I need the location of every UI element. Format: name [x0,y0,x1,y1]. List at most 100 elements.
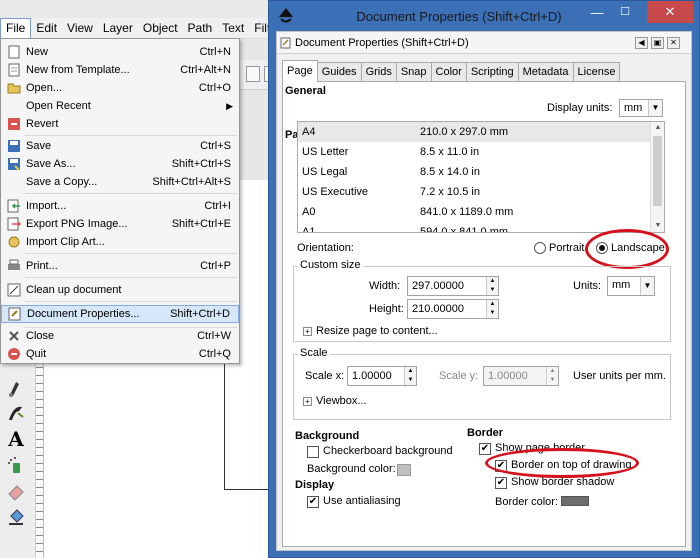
tab-guides[interactable]: Guides [316,62,362,82]
display-units-label: Display units: [547,102,613,114]
checkerboard-checkbox[interactable] [307,446,319,458]
menu-item-save-as[interactable]: Save As... Shift+Ctrl+S [1,155,239,173]
spin-arrows-icon[interactable]: ▲ ▼ [404,367,416,385]
height-spinbox[interactable]: 210.00000 ▲ ▼ [407,299,499,319]
menu-item-import-clip-art[interactable]: Import Clip Art... [1,233,239,251]
menu-item-print[interactable]: Print... Ctrl+P [1,257,239,275]
undock-icon[interactable]: ▣ [651,37,664,49]
list-item[interactable]: A0 841.0 x 1189.0 mm [298,202,650,222]
spray-tool-icon[interactable] [4,454,28,476]
dialog-close-icon[interactable]: ✕ [667,37,680,49]
tab-grids[interactable]: Grids [360,62,397,82]
background-heading: Background [295,430,360,442]
scale-x-label: Scale x: [305,370,345,382]
menu-item-close[interactable]: Close Ctrl+W [1,327,239,345]
eraser-tool-icon[interactable] [4,480,28,502]
tab-license[interactable]: License [572,62,621,82]
menu-item-quit[interactable]: Quit Ctrl+Q [1,345,239,363]
menu-text[interactable]: Text [217,18,249,39]
calligraphy-tool-icon[interactable] [4,402,28,424]
window-close-button[interactable]: ✕ [647,1,693,23]
menu-item-clean-up[interactable]: Clean up document [1,281,239,299]
menu-path[interactable]: Path [183,18,218,39]
annotation-circle [585,229,669,269]
menu-item-save-a-copy[interactable]: Save a Copy... Shift+Ctrl+Alt+S [1,173,239,191]
menu-item-new-from-template[interactable]: New from Template... Ctrl+Alt+N [1,61,239,79]
document-properties-icon [280,37,291,49]
page-size-list[interactable]: A4 210.0 x 297.0 mm US Letter 8.5 x 11.0… [297,121,665,233]
dialog-title: Document Properties (Shift+Ctrl+D) [295,37,469,49]
menu-item-revert[interactable]: Revert [1,115,239,133]
menu-layer[interactable]: Layer [98,18,138,39]
tab-snap[interactable]: Snap [395,62,432,82]
menu-view[interactable]: View [62,18,98,39]
menu-file[interactable]: File [0,17,32,39]
border-color-swatch[interactable] [561,496,589,506]
tab-color[interactable]: Color [430,62,467,82]
open-folder-icon [7,81,21,95]
revert-icon [7,117,21,131]
resize-page-expander[interactable]: + Resize page to content... [303,325,438,337]
portrait-radio[interactable] [534,242,546,254]
menu-object[interactable]: Object [138,18,183,39]
viewbox-expander[interactable]: + Viewbox... [303,395,367,407]
list-scrollbar[interactable]: ▲ ▼ [650,122,664,232]
toolbar-button[interactable] [246,66,260,82]
tab-metadata[interactable]: Metadata [517,62,574,82]
maximize-button[interactable]: ☐ [615,5,635,21]
border-shadow-label: Show border shadow [511,476,615,488]
border-shadow-checkbox[interactable]: ✔ [495,477,507,489]
list-item[interactable]: A4 210.0 x 297.0 mm [298,122,650,142]
toolbox: A [0,360,36,558]
app-title-strip [0,0,300,18]
cleanup-icon [7,283,21,297]
list-item[interactable]: US Legal 8.5 x 14.0 in [298,162,650,182]
display-units-select[interactable]: mm ▼ [619,99,663,117]
window-titlebar[interactable]: Document Properties (Shift+Ctrl+D) — ☐ ✕ [269,1,699,31]
menu-item-open-recent[interactable]: Open Recent ▶ [1,97,239,115]
scale-x-spinbox[interactable]: 1.00000 ▲ ▼ [347,366,417,386]
menu-item-open[interactable]: Open... Ctrl+O [1,79,239,97]
scroll-up-icon[interactable]: ▲ [651,122,664,134]
list-item[interactable]: US Letter 8.5 x 11.0 in [298,142,650,162]
list-item[interactable]: US Executive 7.2 x 10.5 in [298,182,650,202]
pen-tool-icon[interactable] [4,378,28,400]
menu-item-new[interactable]: New Ctrl+N [1,43,239,61]
dock-arrow-icon[interactable]: ◀ [635,37,648,49]
background-color-swatch[interactable] [397,464,411,476]
dialog-header: Document Properties (Shift+Ctrl+D) ◀ ▣ ✕ [277,32,691,54]
orientation-label: Orientation: [297,242,354,254]
scrollbar-thumb[interactable] [653,136,662,206]
scale-y-label: Scale y: [439,370,479,382]
chevron-down-icon: ▼ [648,100,662,116]
tab-scripting[interactable]: Scripting [465,62,519,82]
tab-page[interactable]: Page [282,60,318,82]
menu-item-export-png[interactable]: Export PNG Image... Shift+Ctrl+E [1,215,239,233]
scale-legend: Scale [298,347,330,359]
page-tab-panel: General Display units: mm ▼ Page Size A4… [282,81,686,547]
units-label: Units: [573,280,602,292]
general-heading: General [285,85,326,97]
show-border-checkbox[interactable]: ✔ [479,443,491,455]
scale-y-spinbox: 1.00000 ▲ ▼ [483,366,559,386]
antialias-checkbox[interactable]: ✔ [307,496,319,508]
save-icon [7,139,21,153]
menu-edit[interactable]: Edit [31,18,62,39]
spin-arrows-icon[interactable]: ▲ ▼ [486,300,498,318]
clipart-icon [7,235,21,249]
display-heading: Display [295,479,335,491]
file-menu: New Ctrl+N New from Template... Ctrl+Alt… [0,38,240,364]
scroll-down-icon[interactable]: ▼ [651,220,664,232]
vertical-ruler [36,360,44,558]
list-item[interactable]: A1 594.0 x 841.0 mm [298,222,650,232]
menu-item-save[interactable]: Save Ctrl+S [1,137,239,155]
menu-item-document-properties[interactable]: Document Properties... Shift+Ctrl+D [1,305,239,323]
width-spinbox[interactable]: 297.00000 ▲ ▼ [407,276,499,296]
paint-bucket-tool-icon[interactable] [4,506,28,528]
minimize-button[interactable]: — [587,5,607,21]
chevron-down-icon: ▼ [640,277,654,295]
units-select[interactable]: mm ▼ [607,276,655,296]
menu-item-import[interactable]: Import... Ctrl+I [1,197,239,215]
text-tool-icon[interactable]: A [4,427,28,451]
spin-arrows-icon[interactable]: ▲ ▼ [486,277,498,295]
